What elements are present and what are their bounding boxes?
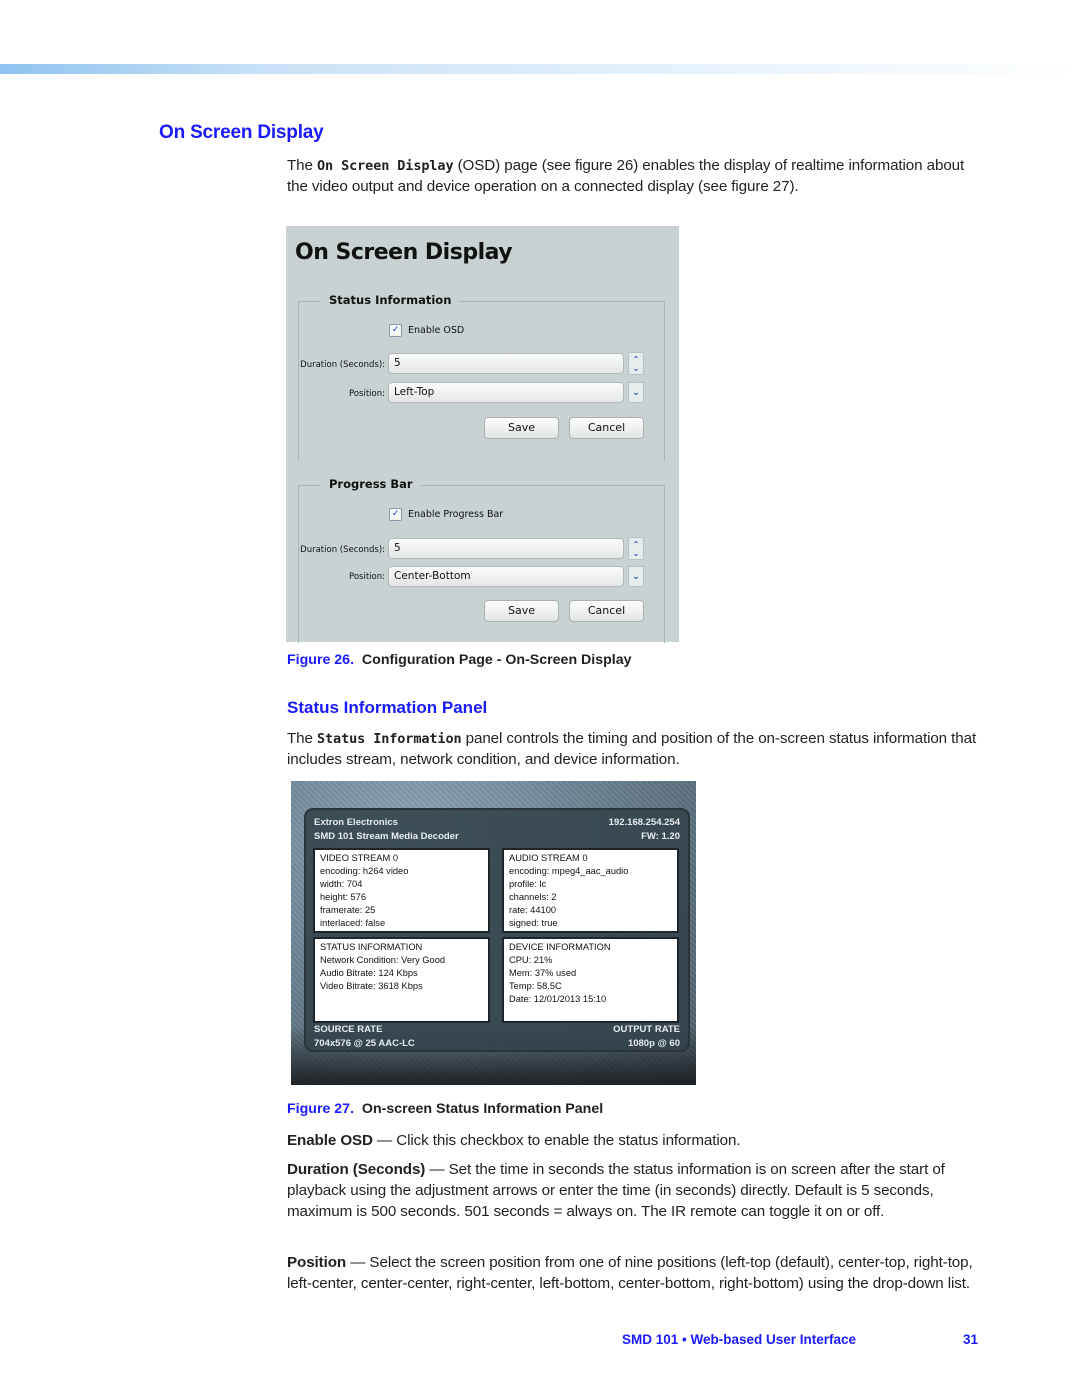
checkmark-icon: ✓ xyxy=(391,509,400,519)
section-title: On Screen Display xyxy=(159,122,324,143)
subsection-intro: The Status Information panel controls th… xyxy=(287,730,977,768)
duration-input[interactable]: 5 xyxy=(388,538,624,559)
definition-position: Position — Select the screen position fr… xyxy=(287,1254,973,1292)
duration-stepper[interactable]: ⌃ ⌄ xyxy=(628,537,644,560)
position-dropdown-button[interactable]: ⌄ xyxy=(628,382,644,403)
device-name: SMD 101 Stream Media Decoder xyxy=(314,831,459,842)
enable-progress-bar-label: Enable Progress Bar xyxy=(408,509,504,520)
inline-code: Status Information xyxy=(317,731,462,747)
osd-config-screenshot: On Screen Display Status Information ✓ E… xyxy=(286,226,679,643)
position-dropdown-button[interactable]: ⌄ xyxy=(628,566,644,587)
duration-stepper[interactable]: ⌃ ⌄ xyxy=(628,352,644,375)
header-gradient-bar xyxy=(0,64,1080,74)
chevron-down-icon: ⌄ xyxy=(632,387,640,398)
section-intro: The On Screen Display (OSD) page (see fi… xyxy=(287,157,965,195)
definition-enable-osd: Enable OSD — Click this checkbox to enab… xyxy=(287,1132,741,1149)
chevron-down-icon[interactable]: ⌄ xyxy=(633,364,640,373)
group-title: Status Information xyxy=(321,293,460,307)
osd-status-panel-photo: Extron Electronics SMD 101 Stream Media … xyxy=(291,781,696,1085)
definition-duration: Duration (Seconds) — Set the time in sec… xyxy=(287,1161,945,1220)
inline-code: On Screen Display xyxy=(317,158,454,174)
status-information-box: STATUS INFORMATION Network Condition: Ve… xyxy=(313,937,490,1023)
duration-label: Duration (Seconds): xyxy=(300,545,385,555)
firmware-version: FW: 1.20 xyxy=(641,831,680,842)
position-label: Position: xyxy=(349,572,385,582)
enable-osd-label: Enable OSD xyxy=(408,325,465,336)
group-title: Progress Bar xyxy=(321,477,421,491)
enable-progress-bar-row: ✓ Enable Progress Bar xyxy=(389,508,503,521)
source-rate-value: 704x576 @ 25 AAC-LC xyxy=(314,1038,415,1049)
video-stream-box: VIDEO STREAM 0 encoding: h264 video widt… xyxy=(313,848,490,933)
osd-status-panel: Extron Electronics SMD 101 Stream Media … xyxy=(304,808,690,1052)
osd-page-title: On Screen Display xyxy=(295,240,513,265)
position-select[interactable]: Center-Bottom xyxy=(388,566,624,587)
chevron-down-icon[interactable]: ⌄ xyxy=(633,549,640,558)
figure-27-caption: Figure 27. On-screen Status Information … xyxy=(287,1101,604,1117)
position-label: Position: xyxy=(349,389,385,399)
page-number: 31 xyxy=(963,1332,979,1347)
figure-26-caption: Figure 26. Configuration Page - On-Scree… xyxy=(287,652,632,668)
progress-bar-group: Progress Bar ✓ Enable Progress Bar Durat… xyxy=(298,477,665,643)
output-rate-label: OUTPUT RATE xyxy=(613,1024,680,1035)
footer-title: SMD 101 • Web-based User Interface xyxy=(622,1332,857,1347)
cancel-button[interactable]: Cancel xyxy=(569,417,644,439)
ip-address: 192.168.254.254 xyxy=(608,817,680,828)
enable-osd-checkbox[interactable]: ✓ xyxy=(389,324,402,337)
duration-input[interactable]: 5 xyxy=(388,353,624,374)
save-button[interactable]: Save xyxy=(484,417,559,439)
output-rate-value: 1080p @ 60 xyxy=(627,1038,680,1049)
status-information-group: Status Information ✓ Enable OSD Duration… xyxy=(298,293,665,461)
chevron-up-icon[interactable]: ⌃ xyxy=(633,540,640,549)
source-rate-label: SOURCE RATE xyxy=(314,1024,383,1035)
subsection-title: Status Information Panel xyxy=(287,698,488,717)
enable-progress-bar-checkbox[interactable]: ✓ xyxy=(389,508,402,521)
cancel-button[interactable]: Cancel xyxy=(569,600,644,622)
checkmark-icon: ✓ xyxy=(391,325,400,335)
enable-osd-row: ✓ Enable OSD xyxy=(389,324,464,337)
chevron-down-icon: ⌄ xyxy=(632,571,640,582)
audio-stream-box: AUDIO STREAM 0 encoding: mpeg4_aac_audio… xyxy=(502,848,679,933)
device-information-box: DEVICE INFORMATION CPU: 21% Mem: 37% use… xyxy=(502,937,679,1023)
position-select[interactable]: Left-Top xyxy=(388,382,624,403)
save-button[interactable]: Save xyxy=(484,600,559,622)
chevron-up-icon[interactable]: ⌃ xyxy=(633,355,640,364)
company-name: Extron Electronics xyxy=(314,817,398,828)
duration-label: Duration (Seconds): xyxy=(300,360,385,370)
